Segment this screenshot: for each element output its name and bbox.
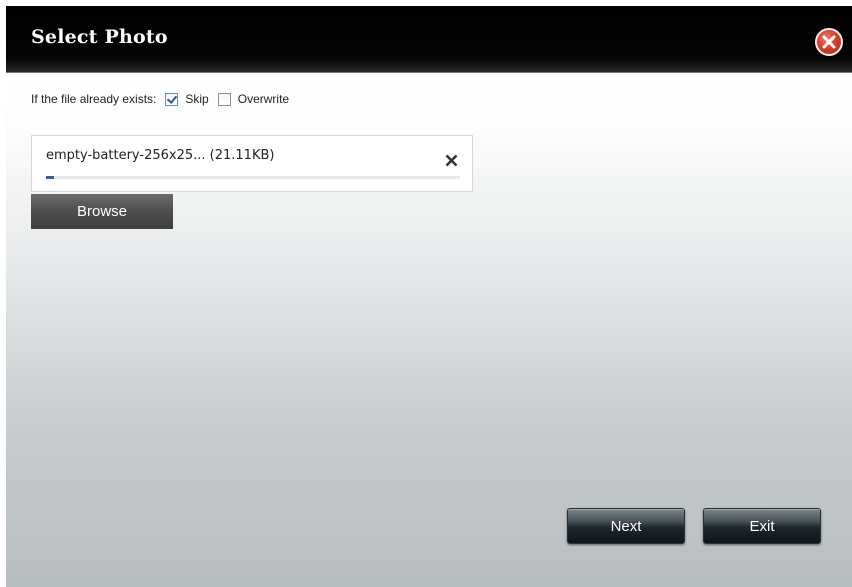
remove-file-button[interactable] bbox=[445, 152, 458, 171]
upload-progress-fill bbox=[46, 176, 55, 179]
close-icon bbox=[822, 35, 836, 49]
upload-progress-bar bbox=[46, 176, 460, 179]
skip-label: Skip bbox=[185, 92, 209, 106]
overwrite-checkbox[interactable] bbox=[217, 92, 231, 106]
skip-checkbox[interactable] bbox=[165, 92, 179, 106]
close-button[interactable] bbox=[815, 28, 843, 56]
file-exists-options: If the file already exists: Skip Overwri… bbox=[31, 92, 289, 106]
overwrite-label: Overwrite bbox=[237, 92, 290, 106]
file-exists-label: If the file already exists: bbox=[31, 92, 157, 106]
file-name: empty-battery-256x25... (21.11KB) bbox=[46, 148, 275, 163]
exit-button[interactable]: Exit bbox=[703, 508, 821, 544]
browse-button[interactable]: Browse bbox=[31, 194, 173, 229]
select-photo-dialog: Select Photo If the file already exists:… bbox=[6, 6, 852, 587]
file-upload-item: empty-battery-256x25... (21.11KB) bbox=[31, 135, 473, 192]
dialog-titlebar: Select Photo bbox=[6, 6, 852, 73]
next-button[interactable]: Next bbox=[567, 508, 685, 544]
dialog-title: Select Photo bbox=[31, 26, 168, 48]
remove-file-icon bbox=[445, 154, 458, 167]
